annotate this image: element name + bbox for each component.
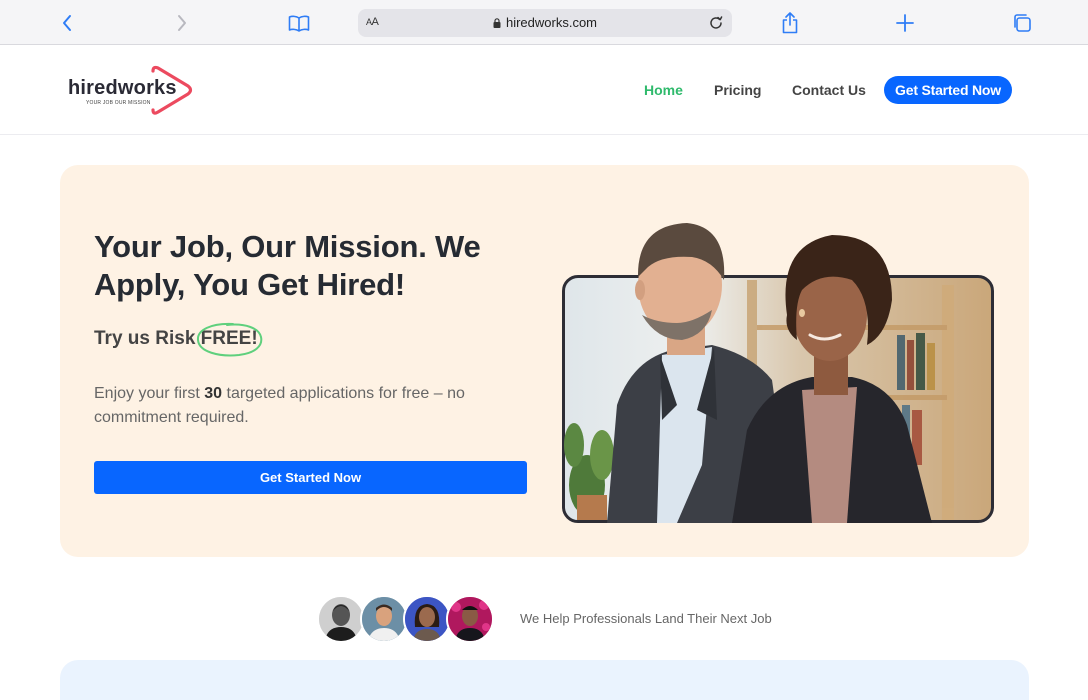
free-highlight: FREE! (196, 322, 262, 357)
avatar (403, 595, 451, 643)
reload-icon[interactable] (706, 13, 726, 33)
hero-get-started-button[interactable]: Get Started Now (94, 461, 527, 494)
hero-subtitle: Try us Risk FREE! (94, 322, 262, 357)
avatar (317, 595, 365, 643)
logo[interactable]: hiredworks YOUR JOB OUR MISSION (68, 64, 200, 118)
hero-section: Your Job, Our Mission. We Apply, You Get… (60, 165, 1029, 557)
nav-home[interactable]: Home (644, 82, 683, 98)
forward-icon[interactable] (170, 11, 194, 35)
share-icon[interactable] (778, 11, 802, 35)
logo-wordmark: hiredworks (68, 77, 177, 99)
nav-contact-us[interactable]: Contact Us (792, 82, 866, 98)
url-text: hiredworks.com (505, 15, 598, 30)
tabs-overview-icon[interactable] (1010, 11, 1034, 35)
header-get-started-button[interactable]: Get Started Now (884, 76, 1012, 104)
browser-toolbar: AA hiredworks.com (0, 0, 1088, 45)
hero-photo-professionals (564, 223, 954, 523)
address-bar[interactable]: AA hiredworks.com (358, 9, 732, 37)
lock-icon (493, 18, 501, 28)
social-proof-text: We Help Professionals Land Their Next Jo… (520, 611, 772, 626)
hero-subtitle-prefix: Try us Risk (94, 328, 201, 349)
next-section-card (60, 660, 1029, 700)
site-header: hiredworks YOUR JOB OUR MISSION Home Pri… (0, 46, 1088, 135)
new-tab-icon[interactable] (893, 11, 917, 35)
hand-drawn-circle-icon (196, 322, 262, 357)
back-icon[interactable] (55, 11, 79, 35)
customer-avatars (317, 595, 497, 643)
free-applications-count: 30 (204, 385, 223, 402)
hero-title: Your Job, Our Mission. We Apply, You Get… (94, 229, 481, 302)
logo-tagline: YOUR JOB OUR MISSION (86, 100, 151, 106)
avatar (446, 595, 494, 643)
bookmarks-icon[interactable] (287, 11, 311, 35)
nav-pricing[interactable]: Pricing (714, 82, 761, 98)
hero-description: Enjoy your first 30 targeted application… (94, 385, 465, 426)
avatar (360, 595, 408, 643)
